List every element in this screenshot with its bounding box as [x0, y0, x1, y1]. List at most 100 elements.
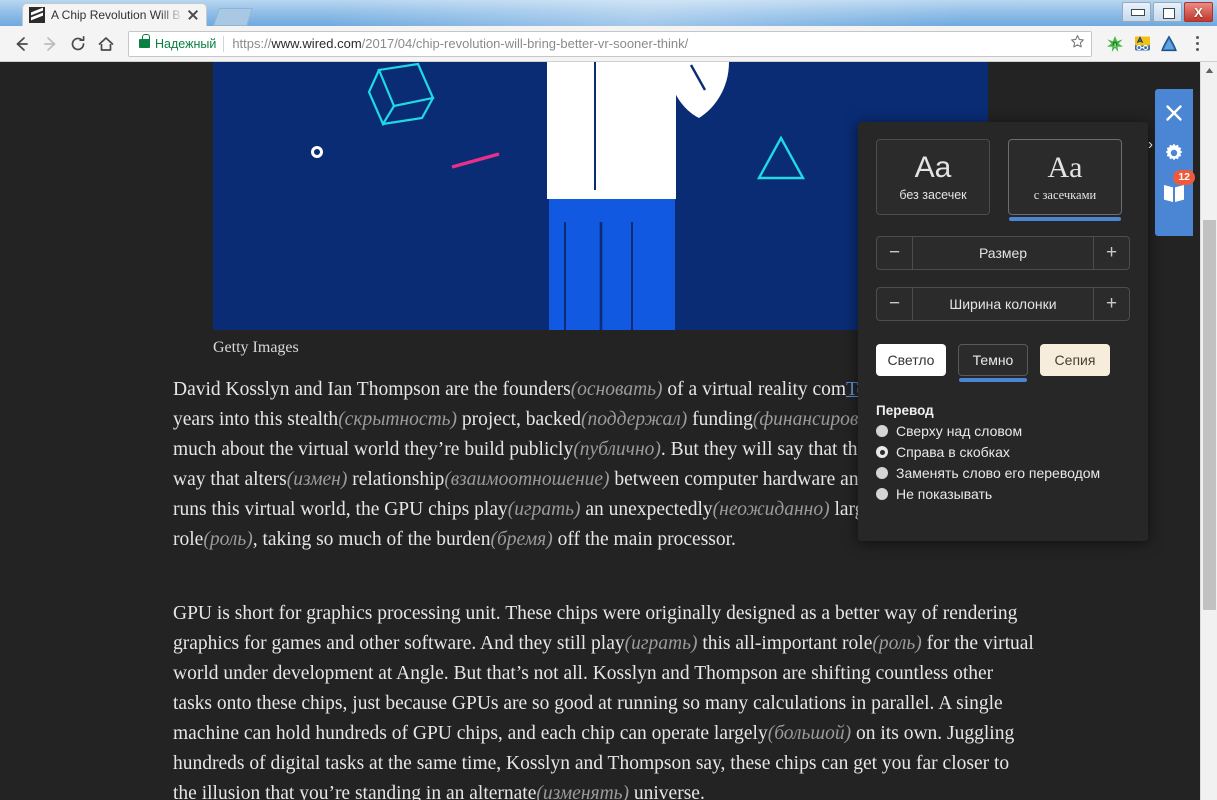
translation-section-title: Перевод [876, 403, 934, 418]
scroll-up-arrow-icon[interactable] [1201, 62, 1217, 79]
translation-option-brackets[interactable]: Справа в скобках [876, 444, 1130, 460]
article-paragraph-2: GPU is short for graphics processing uni… [173, 599, 1035, 800]
image-caption: Getty Images [213, 339, 299, 356]
close-icon[interactable] [186, 8, 200, 22]
translation-gloss: (взаимоотношение) [444, 469, 610, 490]
translation-gloss: (неожиданно) [712, 499, 830, 520]
omnibox-divider [223, 35, 225, 52]
text-run: universe. [629, 783, 705, 800]
font-sample-serif: Aa [1047, 150, 1083, 184]
translation-gloss: (поддержал) [581, 409, 688, 430]
translation-gloss: (скрытность) [338, 409, 458, 430]
radio-icon[interactable] [876, 425, 888, 437]
theme-light-button[interactable]: Светло [876, 344, 946, 376]
text-run: David Kosslyn and Ian Thompson are the f… [173, 379, 571, 400]
font-size-label: Размер [978, 245, 1028, 261]
url-host: www.wired.com [271, 36, 362, 51]
translation-option-above[interactable]: Сверху над словом [876, 423, 1130, 439]
kebab-menu-icon[interactable] [1187, 36, 1207, 51]
avast-extension-icon[interactable]: a [1103, 32, 1127, 56]
page-scrollbar[interactable] [1200, 62, 1217, 800]
scrollbar-thumb[interactable] [1203, 220, 1216, 610]
close-icon[interactable] [1160, 99, 1188, 127]
column-width-stepper: − Ширина колонки + [876, 287, 1130, 321]
wired-logo-icon [29, 7, 45, 23]
font-family-group: Aa без засечек Aa с засечками [876, 139, 1130, 221]
browser-tab[interactable]: A Chip Revolution Will B [22, 3, 207, 26]
url-text: https://www.wired.com/2017/04/chip-revol… [232, 36, 688, 51]
text-run: an unexpectedly [580, 499, 713, 520]
shield-extension-icon[interactable] [1157, 32, 1181, 56]
font-serif-option[interactable]: Aa с засечками [1008, 139, 1122, 221]
translation-gloss: (играть) [624, 633, 698, 654]
font-size-decrease-button[interactable]: − [877, 237, 913, 269]
theme-dark-button[interactable]: Темно [958, 344, 1028, 382]
svg-text:a: a [1114, 42, 1117, 48]
font-size-stepper: − Размер + [876, 236, 1130, 270]
radio-icon[interactable] [876, 467, 888, 479]
text-run: funding [687, 409, 753, 430]
minimize-icon[interactable] [1122, 2, 1151, 22]
star-icon[interactable] [1064, 34, 1085, 54]
text-run: , taking so much of the burden [252, 529, 491, 550]
translation-gloss: (основать) [570, 379, 663, 400]
title-bar: A Chip Revolution Will B X [0, 0, 1217, 26]
window-close-label: X [1194, 4, 1203, 20]
text-run: this all-important role [697, 633, 873, 654]
translation-gloss: (играть) [507, 499, 581, 520]
reader-settings-panel: Aa без засечек Aa с засечками − Размер +… [858, 122, 1148, 541]
gear-icon[interactable] [1160, 139, 1188, 167]
translation-option-label: Не показывать [896, 486, 993, 502]
browser-toolbar: Надежный https://www.wired.com/2017/04/c… [0, 26, 1217, 62]
column-width-label: Ширина колонки [949, 296, 1057, 312]
titlebar-sheen [314, 0, 1217, 26]
address-bar[interactable]: Надежный https://www.wired.com/2017/04/c… [128, 30, 1092, 57]
translation-gloss: (роль) [872, 633, 922, 654]
home-icon[interactable] [92, 30, 120, 58]
translation-gloss: (большой) [767, 723, 852, 744]
translation-option-replace[interactable]: Заменять слово его переводом [876, 465, 1130, 481]
browser-window: A Chip Revolution Will B X Надежный http… [0, 0, 1217, 800]
dictionary-badge: 12 [1173, 170, 1195, 185]
font-label-sans: без засечек [899, 188, 967, 202]
column-width-decrease-button[interactable]: − [877, 288, 913, 320]
font-label-serif: с засечками [1033, 187, 1097, 202]
theme-sepia-button[interactable]: Сепия [1040, 344, 1110, 376]
translation-gloss: (измен) [286, 469, 348, 490]
translation-option-label: Заменять слово его переводом [896, 465, 1101, 481]
extension-sidebar: 12 [1155, 89, 1195, 236]
reload-icon[interactable] [64, 30, 92, 58]
page-viewport: Getty Images David Kosslyn and Ian Thomp… [0, 62, 1217, 800]
translator-extension-icon[interactable] [1130, 32, 1154, 56]
url-scheme: https:// [232, 36, 272, 51]
url-path: /2017/04/chip-revolution-will-bring-bett… [361, 36, 689, 51]
translation-gloss: (публично) [573, 439, 661, 460]
font-sans-option[interactable]: Aa без засечек [876, 139, 990, 215]
window-close-icon[interactable]: X [1184, 2, 1213, 22]
back-arrow-icon[interactable] [8, 30, 36, 58]
radio-icon[interactable] [876, 446, 888, 458]
font-size-increase-button[interactable]: + [1093, 237, 1129, 269]
text-run: role [173, 529, 204, 550]
theme-group: Светло Темно Сепия [876, 344, 1130, 382]
radio-icon[interactable] [876, 488, 888, 500]
text-run: of a virtual reality com [662, 379, 847, 400]
restore-icon[interactable] [1153, 2, 1182, 22]
panel-collapse-handle[interactable]: › [1148, 132, 1155, 158]
window-controls: X [1122, 2, 1213, 22]
lock-icon [139, 34, 150, 48]
forward-arrow-icon [36, 30, 64, 58]
translation-option-label: Справа в скобках [896, 444, 1010, 460]
translation-gloss: (изменять) [536, 783, 630, 800]
translation-gloss: (роль) [203, 529, 253, 550]
book-icon[interactable]: 12 [1160, 170, 1195, 207]
column-width-increase-button[interactable]: + [1093, 288, 1129, 320]
tab-title: A Chip Revolution Will B [51, 8, 181, 22]
translation-option-hide[interactable]: Не показывать [876, 486, 1130, 502]
text-run: off the main processor. [552, 529, 736, 550]
security-label: Надежный [155, 36, 217, 51]
text-run: relationship [347, 469, 445, 490]
font-sample-sans: Aa [914, 151, 952, 184]
new-tab-icon[interactable] [213, 8, 253, 26]
text-run: project, backed [457, 409, 582, 430]
